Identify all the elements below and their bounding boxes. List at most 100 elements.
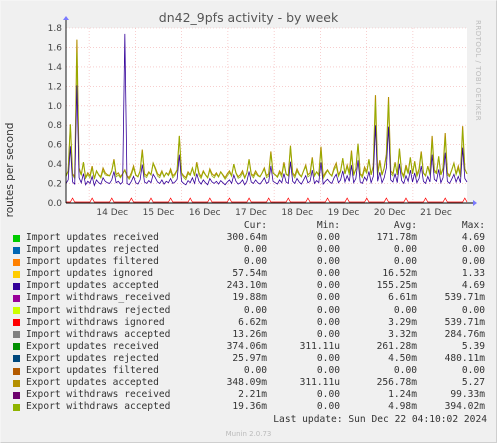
legend-min: 311.11u	[299, 377, 340, 389]
legend-cur: 0.00	[243, 304, 267, 316]
legend-swatch	[13, 294, 20, 302]
legend-row: Import updates ignored 57.54m 0.00 16.52m 1.…	[13, 268, 491, 280]
legend-cur: 19.36m	[232, 401, 267, 413]
legend-cur: 300.64m	[226, 232, 267, 243]
legend-header-max: Max:	[461, 220, 485, 231]
legend-cur: 2.21m	[238, 389, 267, 401]
legend-label: Import updates ignored	[26, 268, 154, 280]
legend-max: 4.69	[461, 232, 485, 243]
x-tick-label: 20 Dec	[374, 208, 406, 215]
legend-header-min: Min:	[316, 220, 340, 231]
legend-avg: 3.32m	[388, 328, 417, 340]
legend-avg: 0.00	[393, 304, 417, 316]
x-tick-label: 14 Dec	[96, 208, 128, 215]
legend-min: 311.11u	[299, 340, 340, 352]
y-tick-label: 1.0	[48, 102, 63, 112]
legend-min: 0.00	[316, 292, 340, 304]
legend-swatch	[13, 307, 20, 315]
legend-min: 0.00	[316, 304, 340, 316]
legend-max: 0.00	[461, 365, 485, 377]
legend-row: Export updates accepted 348.09m 311.11u 256…	[13, 377, 491, 389]
last-update: Last update: Sun Dec 22 04:10:02 2024	[273, 414, 487, 425]
x-tick-label: 21 Dec	[420, 208, 452, 215]
legend-cur: 243.10m	[226, 280, 267, 292]
legend-swatch	[13, 331, 20, 339]
legend-min: 0.00	[316, 352, 340, 364]
legend-avg: 1.24m	[388, 389, 417, 401]
legend-max: 4.69	[461, 280, 485, 292]
legend-cur: 13.26m	[232, 328, 267, 340]
legend-avg: 155.25m	[376, 280, 417, 292]
legend-header-cur: Cur:	[243, 220, 267, 231]
legend-row: Import withdraws accepted 13.26m 0.00 3.32m…	[13, 329, 491, 341]
legend-avg: 0.00	[393, 244, 417, 256]
legend-max: 0.00	[461, 244, 485, 256]
x-tick-label: 19 Dec	[328, 208, 360, 215]
legend-max: 99.33m	[450, 389, 485, 401]
legend-min: 0.00	[316, 256, 340, 268]
legend-label: Import withdraws_received	[26, 292, 171, 304]
legend-swatch	[13, 379, 20, 387]
legend-row: Export updates received 374.06m 311.11u 261…	[13, 341, 491, 353]
legend-avg: 4.50m	[388, 352, 417, 364]
legend-label: Export updates accepted	[26, 377, 159, 389]
legend-label: Export withdraws accepted	[26, 401, 171, 413]
legend-cur: 6.62m	[238, 316, 267, 328]
y-tick-label: 0.4	[48, 160, 63, 170]
legend-row: Export updates filtered 0.00 0.00 0.00 0.00	[13, 365, 491, 377]
legend-max: 480.11m	[444, 352, 485, 364]
y-tick-label: 0.0	[48, 199, 63, 209]
legend-row: Export updates rejected 25.97m 0.00 4.50m 48…	[13, 353, 491, 365]
legend-max: 5.39	[461, 340, 485, 352]
legend-max: 394.02m	[444, 401, 485, 413]
x-tick-label: 17 Dec	[235, 208, 267, 215]
legend-row: Import withdraws_received 19.88m 0.00 6.61m…	[13, 292, 491, 304]
legend-max: 0.00	[461, 304, 485, 316]
legend-avg: 4.98m	[388, 401, 417, 413]
legend-swatch	[13, 319, 20, 327]
legend-avg: 261.28m	[376, 340, 417, 352]
legend-label: Import updates rejected	[26, 244, 159, 256]
legend-row: Import updates received 300.64m 0.00 171.78…	[13, 232, 491, 244]
legend-avg: 171.78m	[376, 232, 417, 243]
legend-avg: 3.29m	[388, 316, 417, 328]
plot-area: 0.0 0.2 0.4 0.6 0.8 1.0 1.2 1.4 1.6 1.8 14 Dec 15 D…	[48, 16, 477, 215]
legend-label: Import updates filtered	[26, 256, 159, 268]
legend-cur: 19.88m	[232, 292, 267, 304]
legend-header-avg: Avg:	[393, 220, 417, 231]
legend-row: Import updates rejected 0.00 0.00 0.00 0.00	[13, 244, 491, 256]
legend-cur: 0.00	[243, 244, 267, 256]
legend-cur: 25.97m	[232, 352, 267, 364]
y-tick-label: 0.6	[48, 141, 63, 151]
legend-label: Export withdraws received	[26, 389, 171, 401]
legend-label: Export updates rejected	[26, 352, 159, 364]
x-tick-label: 15 Dec	[143, 208, 175, 215]
legend-row: Export withdraws received 2.21m 0.00 1.24m 9…	[13, 389, 491, 401]
x-tick-label: 16 Dec	[189, 208, 221, 215]
legend-max: 539.71m	[444, 316, 485, 328]
legend-label: Import updates accepted	[26, 280, 159, 292]
legend-swatch	[13, 282, 20, 290]
legend-avg: 0.00	[393, 365, 417, 377]
y-axis-arrow	[63, 16, 69, 20]
legend-cur: 374.06m	[226, 340, 267, 352]
legend-min: 0.00	[316, 328, 340, 340]
legend-cur: 0.00	[243, 256, 267, 268]
legend-max: 1.33	[461, 268, 485, 280]
legend-swatch	[13, 367, 20, 375]
legend-row: Import updates accepted 243.10m 0.00 155.25…	[13, 280, 491, 292]
legend-avg: 256.78m	[376, 377, 417, 389]
legend-min: 0.00	[316, 316, 340, 328]
legend-swatch	[13, 258, 20, 266]
legend-cur: 0.00	[243, 365, 267, 377]
legend-row: Import withdraws ignored 6.62m 0.00 3.29m 53…	[13, 317, 491, 329]
legend-swatch	[13, 355, 20, 363]
legend-swatch	[13, 234, 20, 242]
legend-label: Export updates filtered	[26, 365, 159, 377]
legend-cur: 57.54m	[232, 268, 267, 280]
legend-max: 539.71m	[444, 292, 485, 304]
legend-min: 0.00	[316, 389, 340, 401]
legend-max: 5.27	[461, 377, 485, 389]
legend-avg: 0.00	[393, 256, 417, 268]
legend-swatch	[13, 391, 20, 399]
